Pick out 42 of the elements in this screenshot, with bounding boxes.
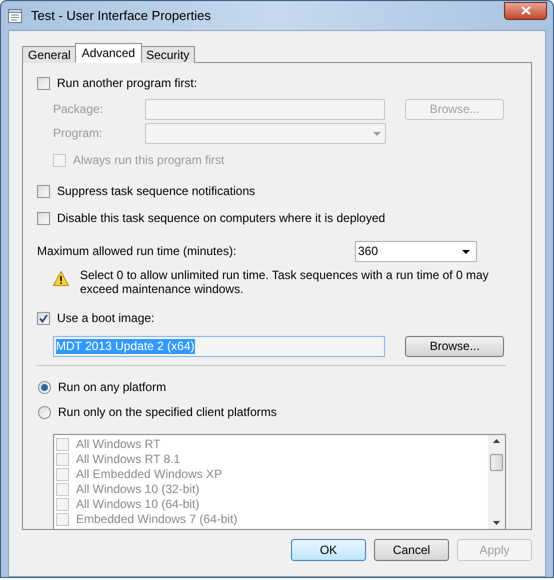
tab[interactable]: General xyxy=(22,46,77,63)
checkbox-label: Suppress task sequence notifications xyxy=(57,184,256,199)
checkbox-label: Always run this program first xyxy=(73,153,224,168)
dropdown-arrow-icon xyxy=(462,250,470,254)
checkbox[interactable] xyxy=(37,77,50,90)
list-item: All Windows RT 8.1 xyxy=(76,452,180,467)
list-item: All Windows RT xyxy=(76,437,160,452)
close-button[interactable] xyxy=(504,2,547,20)
scroll-up-icon[interactable] xyxy=(493,439,500,443)
warning-text: Select 0 to allow unlimited run time. Task sequences with a run time of 0 may exceed maintenance windows. xyxy=(80,268,490,296)
radio-button[interactable] xyxy=(38,381,51,394)
scroll-down-icon[interactable] xyxy=(493,521,500,525)
field-label: Maximum allowed run time (minutes): xyxy=(37,244,238,259)
close-icon xyxy=(520,6,530,15)
scrollbar[interactable] xyxy=(488,435,505,529)
radio-label: Run only on the specified client platforms xyxy=(58,405,277,420)
field-label: Program: xyxy=(53,126,104,141)
run-time-dropdown[interactable]: 360 xyxy=(355,241,477,262)
checkbox[interactable] xyxy=(37,312,50,325)
window-title: Test - User Interface Properties xyxy=(31,8,211,23)
scroll-thumb[interactable] xyxy=(490,454,503,470)
checkbox[interactable] xyxy=(37,185,50,198)
checkbox-label: Disable this task sequence on computers where it is deployed xyxy=(57,211,386,226)
list-item: All Windows 10 (64-bit) xyxy=(76,497,200,512)
radio-button[interactable] xyxy=(38,406,51,419)
tab[interactable]: Advanced xyxy=(74,43,142,63)
window-icon xyxy=(7,8,23,24)
list-item: Embedded Windows 7 (64-bit) xyxy=(76,512,238,527)
radio-label: Run on any platform xyxy=(58,380,166,395)
list-item: All Windows 10 (32-bit) xyxy=(76,482,200,497)
checkbox[interactable] xyxy=(37,212,50,225)
checkbox-label: Run another program first: xyxy=(57,76,198,91)
checkbox-label: Use a boot image: xyxy=(57,311,154,326)
field-label: Package: xyxy=(53,102,104,117)
dialog-button[interactable]: Cancel xyxy=(374,539,449,561)
selected-text: MDT 2013 Update 2 (x64) xyxy=(56,339,195,354)
tab[interactable]: Security xyxy=(140,46,196,63)
list-item: All Embedded Windows XP xyxy=(76,467,222,482)
dropdown-arrow-icon xyxy=(373,132,381,136)
browse-button[interactable]: Browse... xyxy=(405,336,504,357)
warning-icon xyxy=(53,271,69,286)
dialog-button[interactable]: OK xyxy=(291,539,366,561)
